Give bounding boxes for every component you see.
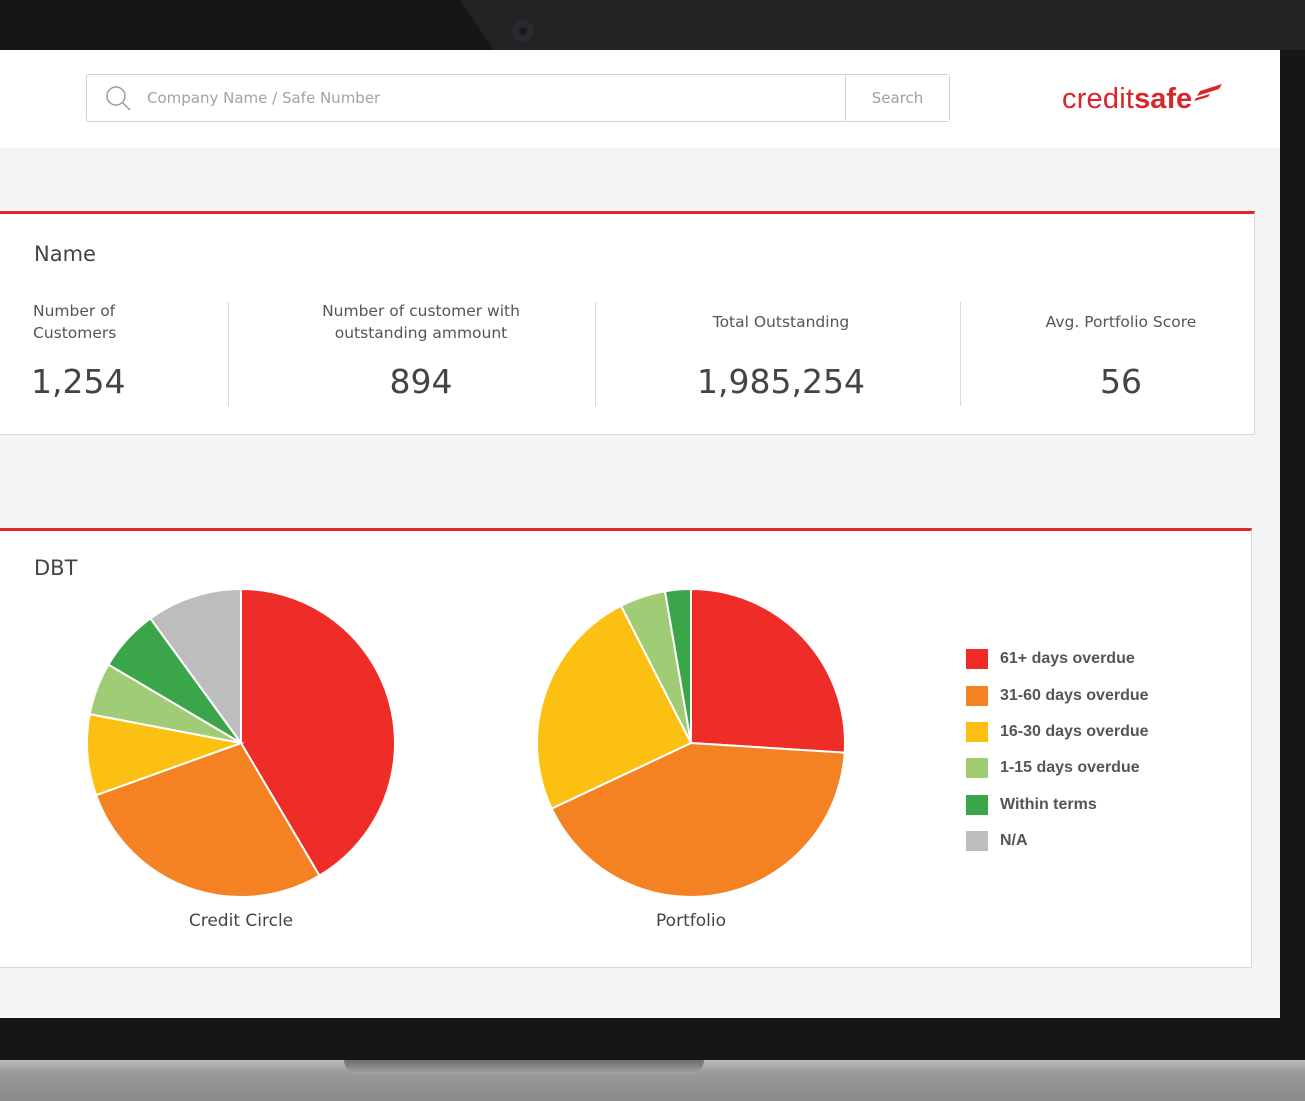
app-screen: Search credit safe Name Number of Custom… xyxy=(0,50,1280,1018)
kpi-label: Number of Customers xyxy=(33,302,117,342)
kpi-divider xyxy=(228,302,229,406)
legend-label: N/A xyxy=(1000,832,1028,850)
summary-title: Name xyxy=(34,242,96,266)
legend-swatch xyxy=(966,758,988,779)
legend-swatch xyxy=(966,721,988,742)
legend-item: 61+ days overdue xyxy=(966,641,1149,677)
legend-label: 16-30 days overdue xyxy=(1000,722,1149,740)
search-button[interactable]: Search xyxy=(845,75,949,121)
laptop-opening-notch xyxy=(344,1060,704,1074)
legend-item: 1-15 days overdue xyxy=(966,750,1149,786)
legend-label: Within terms xyxy=(1000,795,1097,813)
kpi-divider xyxy=(595,302,596,406)
kpi-avg-portfolio-score: Avg. Portfolio Score 56 xyxy=(1011,300,1231,404)
legend-swatch xyxy=(966,649,988,670)
logo-text-light: credit xyxy=(1062,82,1135,115)
top-bar: Search credit safe xyxy=(0,50,1280,148)
kpi-value: 894 xyxy=(389,362,453,401)
pie-caption-credit-circle: Credit Circle xyxy=(188,911,294,931)
creditsafe-logo[interactable]: credit safe xyxy=(1062,81,1224,117)
kpi-value: 1,985,254 xyxy=(697,362,865,401)
search-input[interactable] xyxy=(147,75,837,121)
kpi-divider xyxy=(960,302,961,406)
legend-swatch xyxy=(966,831,988,852)
logo-text-bold: safe xyxy=(1134,82,1193,115)
legend-swatch xyxy=(966,794,988,815)
logo-mark-icon xyxy=(1194,84,1223,101)
search-icon[interactable] xyxy=(105,85,131,111)
webcam-icon xyxy=(512,20,534,42)
kpi-value: 1,254 xyxy=(31,362,126,401)
pie-slice[interactable] xyxy=(690,587,846,754)
kpi-value: 56 xyxy=(1100,362,1142,401)
legend-label: 31-60 days overdue xyxy=(1000,686,1149,704)
dbt-pie-charts xyxy=(86,587,846,898)
legend-label: 1-15 days overdue xyxy=(1000,759,1140,777)
legend-item: N/A xyxy=(966,823,1149,859)
legend-item: 31-60 days overdue xyxy=(966,677,1149,713)
kpi-label: Avg. Portfolio Score xyxy=(1045,313,1197,331)
search-bar: Search xyxy=(86,74,950,122)
laptop-chin xyxy=(0,1018,1305,1060)
summary-card: Name Number of Customers 1,254 Number of… xyxy=(0,211,1255,435)
kpi-label: Number of customer with outstanding ammo… xyxy=(322,302,520,342)
dbt-legend: 61+ days overdue 31-60 days overdue 16-30 … xyxy=(966,641,1149,859)
legend-item: Within terms xyxy=(966,787,1149,823)
pie-caption-portfolio: Portfolio xyxy=(656,911,726,931)
legend-label: 61+ days overdue xyxy=(1000,650,1135,668)
kpi-label: Total Outstanding xyxy=(712,313,850,331)
legend-item: 16-30 days overdue xyxy=(966,714,1149,750)
dbt-card: DBT Credit Circle Portfolio 61+ days ove… xyxy=(0,528,1252,968)
kpi-customers-outstanding: Number of customer with outstanding ammo… xyxy=(271,300,571,404)
kpi-number-of-customers: Number of Customers 1,254 xyxy=(31,300,213,404)
legend-swatch xyxy=(966,685,988,706)
kpi-total-outstanding: Total Outstanding 1,985,254 xyxy=(631,300,931,404)
bezel-glare xyxy=(460,0,1305,50)
